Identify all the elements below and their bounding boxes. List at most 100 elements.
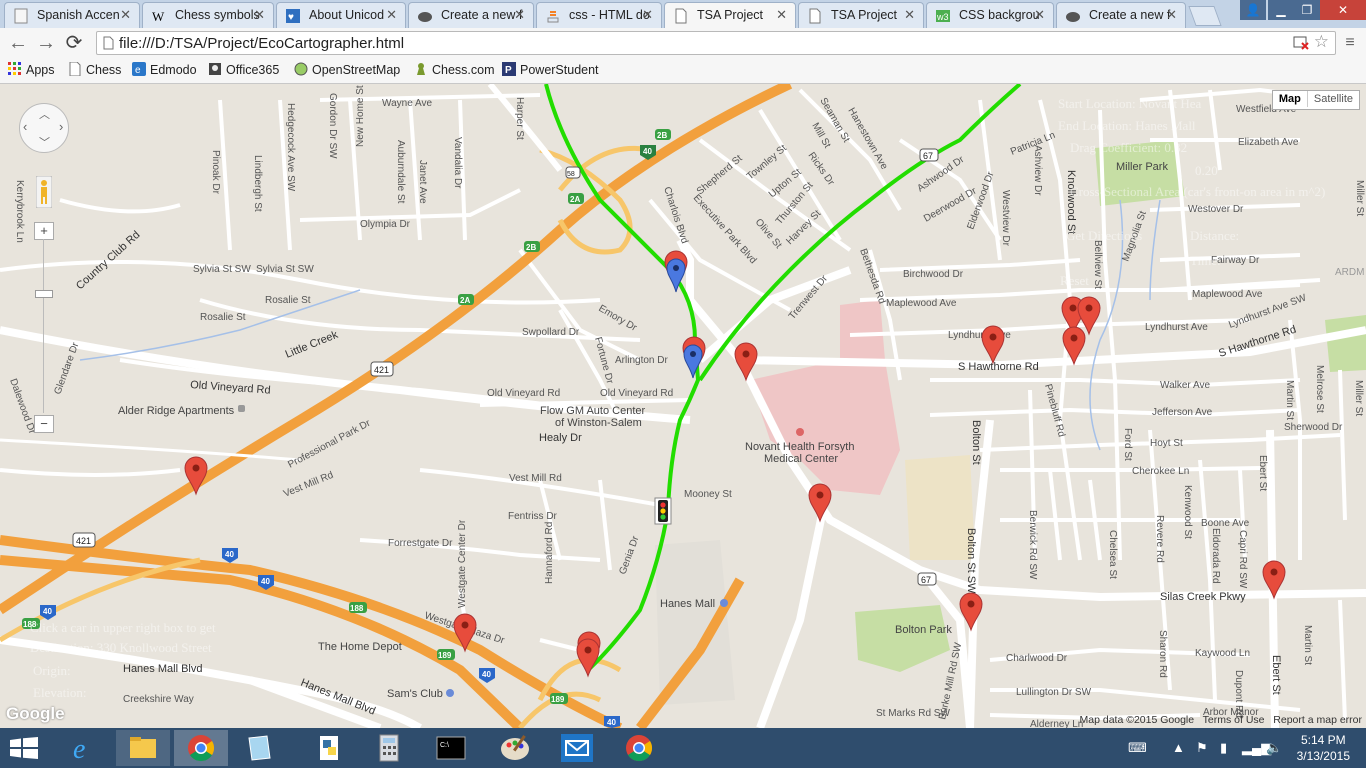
python-icon[interactable] [302, 730, 356, 766]
paint-icon[interactable] [488, 730, 542, 766]
cmd-icon[interactable]: C:\ [424, 730, 478, 766]
calculator-icon[interactable] [362, 730, 416, 766]
bookmark-powerstudent[interactable]: P PowerStudent [502, 62, 599, 80]
street-label: Fortune Dr [592, 336, 615, 386]
pan-right-icon[interactable]: › [59, 119, 63, 134]
poi-marker [238, 405, 245, 412]
notepad-icon[interactable] [232, 730, 286, 766]
zoom-in-button[interactable]: + [34, 222, 54, 240]
overlay-drag-coefficient: Drag Coefficient: 0.32 [1070, 140, 1187, 155]
pan-control[interactable]: ︿ ﹀ ‹ › [19, 103, 69, 153]
street-label: Westview Dr [1000, 190, 1011, 247]
map-canvas[interactable]: 421 421 40 40 40 40 40 40 2A 2A 2B 2B 67… [0, 84, 1366, 728]
map-tiles[interactable]: 421 421 40 40 40 40 40 40 2A 2A 2B 2B 67… [0, 84, 1366, 728]
bookmark-chess[interactable]: Chess [68, 62, 121, 80]
tab-1[interactable]: W Chess symbols ✕ [142, 2, 274, 28]
new-tab-button[interactable] [1188, 6, 1222, 26]
close-icon[interactable]: ✕ [514, 7, 525, 23]
ie-icon[interactable]: e [58, 730, 112, 766]
street-label: Miller St [1353, 380, 1364, 416]
volume-icon[interactable]: 🔈 [1266, 740, 1282, 756]
close-icon[interactable]: ✕ [642, 7, 653, 23]
tab-0[interactable]: Spanish Accen ✕ [4, 2, 140, 28]
back-button[interactable]: ← [6, 31, 30, 55]
street-label: Westgate Center Dr [457, 519, 468, 608]
close-icon[interactable]: ✕ [254, 7, 265, 23]
file-explorer-icon[interactable] [116, 730, 170, 766]
report-error-link[interactable]: Report a map error [1273, 714, 1362, 726]
bookmark-label: PowerStudent [520, 63, 599, 77]
overlay-origin: Origin: [33, 663, 71, 678]
system-clock[interactable]: 5:14 PM 3/13/2015 [1297, 732, 1350, 764]
w3-icon: w3 [936, 10, 950, 22]
street-label: Charlois Blvd [661, 186, 690, 245]
pan-down-icon[interactable]: ﹀ [39, 134, 50, 150]
hwy-label: 58 [567, 171, 575, 178]
zoom-track[interactable] [43, 239, 44, 413]
forward-button[interactable]: → [34, 31, 58, 55]
street-label: Charlwood Dr [1006, 653, 1068, 664]
zoom-slider-handle[interactable] [35, 290, 53, 298]
street-label: Martin St [1284, 380, 1295, 420]
street-label: Executive Park Blvd [691, 193, 759, 266]
tab-3[interactable]: Create a new f ✕ [408, 2, 534, 28]
battery-icon[interactable]: ▮ [1220, 740, 1227, 756]
mail-icon[interactable] [550, 730, 604, 766]
tab-label: CSS backgrou [959, 8, 1040, 22]
pan-left-icon[interactable]: ‹ [23, 119, 27, 134]
tab-4[interactable]: css - HTML do ✕ [536, 2, 662, 28]
close-icon[interactable]: ✕ [1166, 7, 1177, 23]
windows-start-icon[interactable] [10, 737, 38, 759]
tab-2[interactable]: ♥ About Unicod ✕ [276, 2, 406, 28]
street-label: Trenwest Dr [787, 273, 831, 322]
terms-of-use-link[interactable]: Terms of Use [1203, 714, 1265, 726]
svg-text:e: e [135, 65, 141, 76]
chrome-icon[interactable] [612, 730, 666, 766]
heart-icon: ♥ [286, 9, 300, 23]
bookmark-openstreetmap[interactable]: OpenStreetMap [294, 62, 400, 80]
tab-8[interactable]: Create a new f ✕ [1056, 2, 1186, 28]
street-view-pegman-icon[interactable] [36, 176, 52, 208]
tab-7[interactable]: w3 CSS backgrou ✕ [926, 2, 1054, 28]
map-type-satellite-button[interactable]: Satellite [1306, 91, 1359, 107]
chrome-icon[interactable] [174, 730, 228, 766]
street-label: Westover Dr [1188, 204, 1244, 215]
overlay-end-location: End Location: Hanes Mall [1058, 118, 1196, 133]
close-icon[interactable]: ✕ [904, 7, 915, 23]
keyboard-icon[interactable]: ⌨ [1128, 740, 1147, 756]
street-label: Ebert St [1270, 655, 1282, 695]
close-window-button[interactable]: ✕ [1320, 0, 1366, 20]
reload-button[interactable]: ⟳ [62, 31, 86, 55]
star-icon[interactable]: ☆ [1314, 32, 1329, 52]
hwy-label: 2B [526, 243, 536, 252]
close-icon[interactable]: ✕ [120, 7, 131, 23]
bookmark-edmodo[interactable]: e Edmodo [132, 62, 197, 80]
tab-6[interactable]: TSA Project ✕ [798, 2, 924, 28]
hwy-label: 67 [923, 151, 933, 161]
address-bar[interactable]: file:///D:/TSA/Project/EcoCartographer.h… [96, 31, 1336, 55]
street-label: Vest Mill Rd [509, 473, 562, 484]
hwy-label: 2A [460, 296, 470, 305]
menu-icon[interactable]: ≡ [1338, 31, 1362, 55]
pan-up-icon[interactable]: ︿ [39, 106, 50, 122]
close-icon[interactable]: ✕ [776, 7, 787, 23]
close-icon[interactable]: ✕ [1034, 7, 1045, 23]
overlay-destination: Destination: 330 Knollwood Street [30, 640, 212, 655]
user-icon[interactable]: 👤 [1240, 0, 1266, 20]
hwy-label: 40 [225, 550, 234, 559]
zoom-out-button[interactable]: − [34, 415, 54, 433]
blocked-popup-icon[interactable] [1293, 36, 1309, 50]
minimize-button[interactable]: ▁ [1268, 0, 1294, 20]
tab-5[interactable]: TSA Project ✕ [664, 2, 796, 28]
street-label: Lyndhurst Ave [1145, 322, 1208, 333]
bookmark-chess-com[interactable]: Chess.com [414, 62, 495, 80]
bookmark-apps[interactable]: Apps [8, 62, 55, 80]
close-icon[interactable]: ✕ [386, 7, 397, 23]
street-label: Birchwood Dr [903, 269, 964, 280]
map-type-map-button[interactable]: Map [1273, 91, 1307, 107]
street-label: Eldorada Rd [1210, 528, 1221, 584]
notifications-icon[interactable]: ▲ [1172, 740, 1185, 755]
restore-button[interactable]: ❐ [1294, 0, 1320, 20]
flag-icon[interactable]: ⚑ [1196, 740, 1208, 756]
bookmark-office365[interactable]: Office365 [208, 62, 279, 80]
